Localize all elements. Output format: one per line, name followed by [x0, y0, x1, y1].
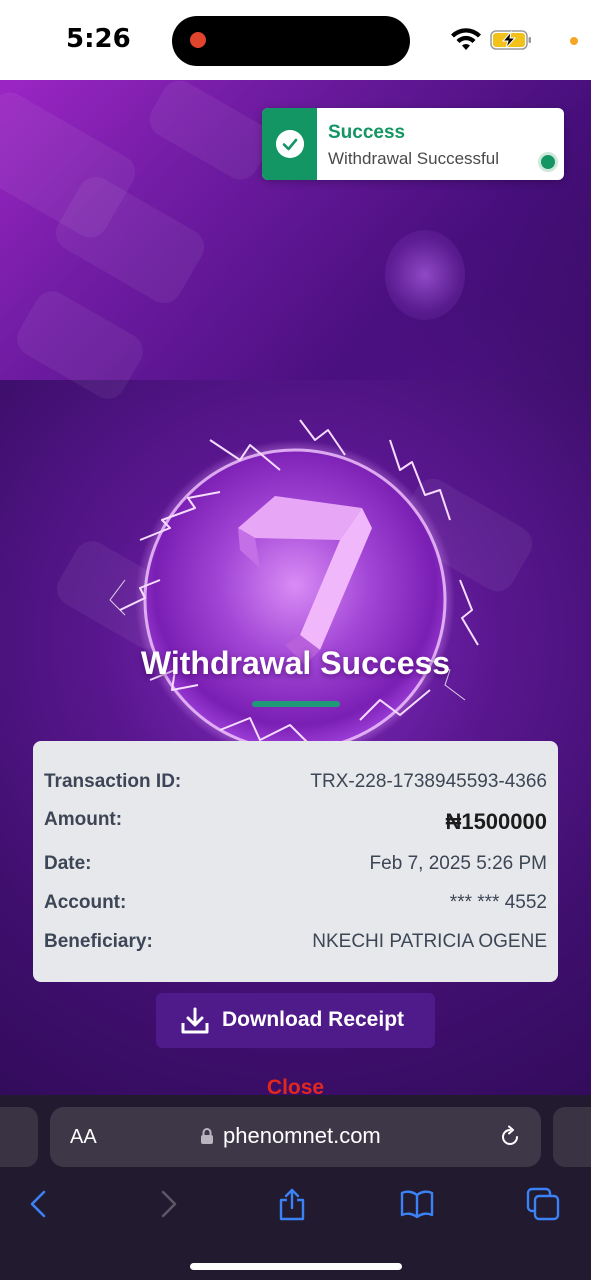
success-toast[interactable]: Success Withdrawal Successful: [262, 108, 564, 180]
download-icon: [181, 1007, 209, 1034]
url-text: phenomnet.com: [223, 1123, 381, 1148]
amount-label: Amount:: [44, 809, 123, 830]
amount-value: ₦1500000: [445, 809, 547, 834]
date-label: Date:: [44, 853, 92, 874]
toast-message: Withdrawal Successful: [328, 149, 500, 168]
lock-icon: [201, 1128, 213, 1144]
wifi-icon: [451, 28, 481, 50]
page-title: Withdrawal Success: [140, 645, 451, 681]
address-bar[interactable]: AA phenomnet.com: [50, 1107, 541, 1167]
privacy-indicator-dot: [570, 37, 578, 45]
toast-title: Success: [328, 122, 406, 143]
glow-blob: [385, 230, 465, 320]
transaction-id-label: Transaction ID:: [44, 771, 182, 792]
reload-icon[interactable]: [498, 1125, 522, 1149]
home-indicator[interactable]: [190, 1263, 402, 1270]
share-icon[interactable]: [275, 1187, 309, 1221]
clock: 5:26: [66, 24, 131, 54]
account-label: Account:: [44, 892, 127, 913]
forward-icon[interactable]: [151, 1187, 185, 1221]
toast-accent-strip: [262, 108, 317, 180]
date-value: Feb 7, 2025 5:26 PM: [369, 853, 547, 874]
download-receipt-button[interactable]: Download Receipt: [156, 993, 435, 1048]
check-icon: [276, 130, 304, 158]
title-underline: [252, 701, 340, 707]
back-icon[interactable]: [22, 1187, 56, 1221]
toast-timer-dot: [538, 152, 558, 172]
battery-charging-icon: [490, 30, 531, 50]
text-size-button[interactable]: AA: [70, 1126, 97, 1149]
beneficiary-value: NKECHI PATRICIA OGENE: [312, 931, 547, 952]
download-receipt-label: Download Receipt: [222, 1008, 405, 1031]
transaction-details-card: Transaction ID: TRX-228-1738945593-4366 …: [33, 741, 558, 982]
account-value: *** *** 4552: [449, 892, 547, 913]
next-tab-preview[interactable]: [553, 1107, 591, 1167]
beneficiary-label: Beneficiary:: [44, 931, 153, 952]
tabs-icon[interactable]: [526, 1187, 560, 1221]
bookmarks-icon[interactable]: [400, 1187, 434, 1221]
status-bar: 5:26: [0, 0, 591, 80]
dynamic-island: [172, 16, 410, 66]
text-size-label: AA: [70, 1126, 97, 1148]
transaction-id-value: TRX-228-1738945593-4366: [310, 771, 547, 792]
recording-indicator: [190, 32, 206, 48]
previous-tab-preview[interactable]: [0, 1107, 38, 1167]
close-button[interactable]: Close: [0, 1076, 591, 1095]
browser-toolbar: AA phenomnet.com: [0, 1095, 591, 1280]
web-content: Withdrawal Success Success Withdrawal Su…: [0, 80, 591, 1095]
